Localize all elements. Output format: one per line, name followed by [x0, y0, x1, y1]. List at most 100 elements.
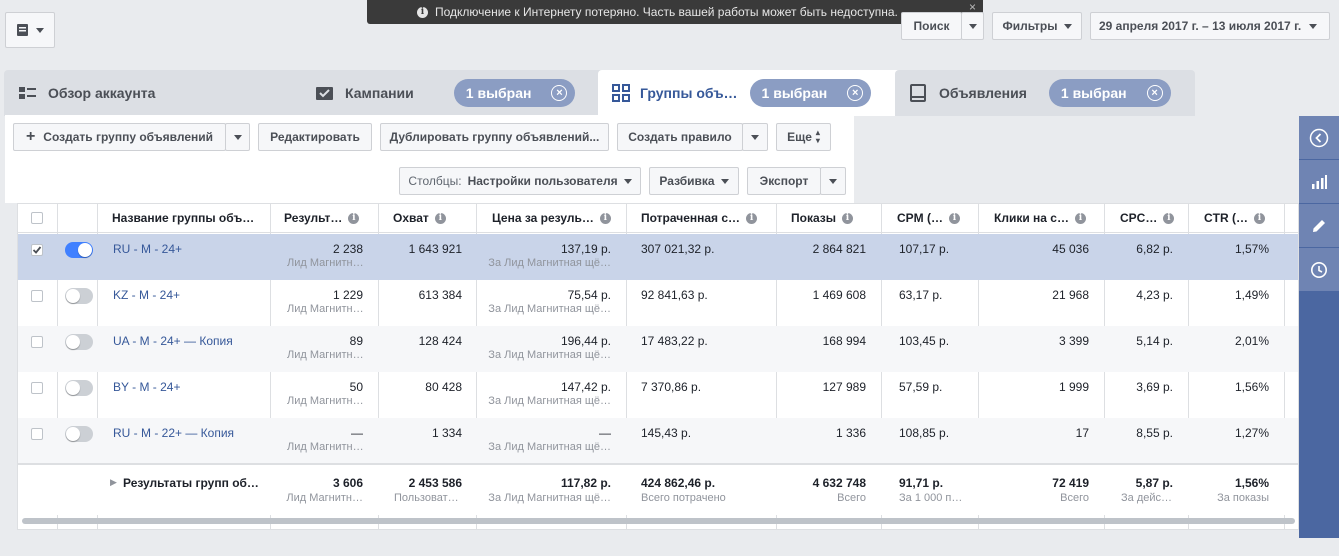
ad-icon: [910, 84, 926, 102]
edit-panel-button[interactable]: [1299, 204, 1339, 248]
cell-reach: 1 334: [431, 426, 462, 440]
cell-ctr: 1,49%: [1234, 288, 1269, 302]
delivery-toggle[interactable]: [65, 242, 93, 258]
cell-cost-per-result-sub: За Лид Магнитная щё…: [488, 441, 611, 453]
create-rule-button[interactable]: Создать правило: [617, 123, 743, 151]
select-all-checkbox[interactable]: [31, 212, 43, 224]
edit-label: Редактировать: [270, 130, 360, 144]
row-checkbox[interactable]: [31, 428, 43, 440]
total-cpr-sub: За Лид Магнитная щё…: [488, 492, 611, 504]
table-row[interactable]: RU - M - 22+ — Копия — Лид Магнитн… 1 334— З…: [18, 418, 1298, 464]
row-checkbox[interactable]: [31, 290, 43, 302]
expand-triangle-icon[interactable]: ▶: [110, 477, 117, 488]
table-row[interactable]: BY - M - 24+ 50 Лид Магнитн… 80 428 147,42 р…: [18, 372, 1298, 418]
info-icon[interactable]: i: [746, 212, 758, 224]
info-icon[interactable]: i: [949, 212, 960, 224]
cell-cpc: 3,69 р.: [1136, 380, 1173, 394]
total-cpc: 5,87 р.: [1135, 476, 1173, 490]
cell-cpc: 5,14 р.: [1136, 334, 1173, 348]
chevron-down-icon: [720, 178, 729, 184]
info-icon[interactable]: i: [599, 212, 611, 224]
info-icon[interactable]: i: [434, 212, 446, 224]
clear-selection-icon[interactable]: ×: [551, 85, 568, 101]
date-range-picker[interactable]: 29 апреля 2017 г. – 13 июля 2017 г.: [1090, 12, 1330, 40]
export-button[interactable]: Экспорт: [747, 167, 821, 195]
search-dropdown-button[interactable]: [961, 12, 984, 40]
selection-pill[interactable]: 1 выбран ×: [1048, 79, 1171, 107]
edit-button[interactable]: Редактировать: [258, 123, 372, 151]
more-button[interactable]: Еще ▴ ▾: [776, 123, 831, 151]
info-icon[interactable]: i: [1254, 212, 1265, 224]
header-impressions[interactable]: Показы i: [791, 204, 882, 233]
total-spent-sub: Всего потрачено: [641, 492, 726, 504]
clear-selection-icon[interactable]: ×: [1146, 85, 1163, 101]
delivery-toggle[interactable]: [65, 426, 93, 442]
ad-set-name-link[interactable]: RU - M - 22+ — Копия: [113, 426, 263, 440]
chevron-down-icon: [968, 23, 977, 29]
history-button[interactable]: [1299, 248, 1339, 292]
filters-button[interactable]: Фильтры: [992, 12, 1082, 40]
table-row[interactable]: RU - M - 24+ 2 238 Лид Магнитн… 1 643 921 13…: [18, 234, 1298, 280]
cell-impressions: 1 469 608: [812, 288, 866, 302]
tab-ad-sets[interactable]: Группы объ… 1 выбран ×: [598, 70, 903, 116]
header-results[interactable]: Результ… i: [284, 204, 379, 233]
delivery-toggle[interactable]: [65, 380, 93, 396]
ad-set-name-link[interactable]: KZ - M - 24+: [113, 288, 263, 302]
filters-label: Фильтры: [1002, 19, 1058, 33]
tab-campaigns[interactable]: Кампании 1 выбран ×: [301, 70, 606, 116]
selection-pill[interactable]: 1 выбран ×: [749, 79, 872, 107]
export-dropdown[interactable]: [820, 167, 846, 195]
delivery-toggle[interactable]: [65, 334, 93, 350]
header-reach[interactable]: Охват i: [393, 204, 477, 233]
header-cost-per-result[interactable]: Цена за резуль… i: [492, 204, 627, 233]
columns-button[interactable]: Столбцы: Настройки пользователя: [399, 167, 641, 195]
info-icon[interactable]: i: [842, 212, 853, 224]
row-checkbox[interactable]: [31, 336, 43, 348]
header-label: CPM (…: [897, 211, 943, 225]
tab-ads[interactable]: Объявления 1 выбран ×: [895, 70, 1195, 116]
collapse-panel-button[interactable]: [1299, 116, 1339, 160]
selection-pill[interactable]: 1 выбран ×: [453, 79, 576, 107]
search-button[interactable]: Поиск: [901, 12, 962, 40]
info-icon[interactable]: i: [1163, 212, 1175, 224]
row-checkbox[interactable]: [31, 382, 43, 394]
chevron-left-circle-icon: [1309, 128, 1329, 147]
clear-selection-icon[interactable]: ×: [847, 85, 864, 101]
chevron-down-icon: [1063, 23, 1072, 29]
ad-set-name-link[interactable]: UA - M - 24+ — Копия: [113, 334, 263, 348]
cell-impressions: 1 336: [835, 426, 866, 440]
header-link-clicks[interactable]: Клики на с… i: [994, 204, 1105, 233]
reports-menu-button[interactable]: [5, 12, 55, 48]
header-name[interactable]: Название группы объ…: [112, 204, 271, 233]
table-row[interactable]: UA - M - 24+ — Копия 89 Лид Магнитн… 128 42…: [18, 326, 1298, 372]
create-ad-set-button[interactable]: + Создать группу объявлений: [13, 123, 226, 151]
header-cpc[interactable]: CPC… i: [1120, 204, 1189, 233]
table-row[interactable]: KZ - M - 24+ 1 229 Лид Магнитн… 613 384 75,5…: [18, 280, 1298, 326]
row-checkbox[interactable]: [31, 244, 43, 256]
export-label: Экспорт: [759, 174, 809, 188]
cell-cost-per-result-sub: За Лид Магнитная щё…: [488, 395, 611, 407]
ad-set-name-link[interactable]: RU - M - 24+: [113, 242, 263, 256]
total-results: 3 606: [332, 476, 363, 490]
horizontal-scrollbar[interactable]: [22, 518, 1295, 524]
header-amount-spent[interactable]: Потраченная с… i: [641, 204, 777, 233]
header-cpm[interactable]: CPM (… i: [897, 204, 979, 233]
create-dropdown-button[interactable]: [225, 123, 250, 151]
duplicate-button[interactable]: Дублировать группу объявлений...: [380, 123, 609, 151]
info-icon[interactable]: i: [1074, 212, 1086, 224]
tab-account-overview[interactable]: Обзор аккаунта: [4, 70, 310, 116]
delivery-toggle[interactable]: [65, 288, 93, 304]
cell-cpm: 57,59 р.: [899, 380, 943, 394]
breakdown-button[interactable]: Разбивка: [649, 167, 739, 195]
insights-button[interactable]: [1299, 160, 1339, 204]
info-icon[interactable]: i: [348, 212, 360, 224]
header-label: Цена за резуль…: [492, 211, 594, 225]
create-rule-dropdown[interactable]: [742, 123, 768, 151]
cell-cost-per-result-sub: За Лид Магнитная щё…: [488, 303, 611, 315]
ad-set-name-link[interactable]: BY - M - 24+: [113, 380, 263, 394]
total-spent: 424 862,46 р.: [641, 476, 716, 490]
header-label: Клики на с…: [994, 211, 1069, 225]
header-ctr[interactable]: CTR (… i: [1204, 204, 1285, 233]
breakdown-label: Разбивка: [659, 174, 715, 188]
cell-amount-spent: 92 841,63 р.: [641, 288, 708, 302]
